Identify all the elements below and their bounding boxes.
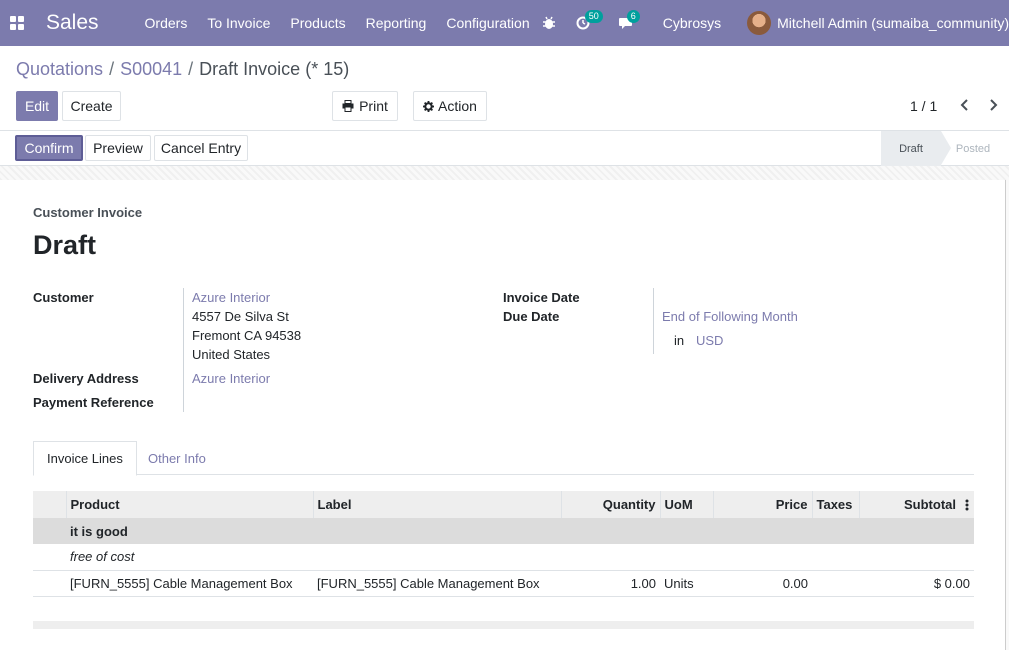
status-stage-posted[interactable]: Posted xyxy=(944,131,1002,166)
due-date-label: Due Date xyxy=(503,309,560,324)
optional-columns-icon[interactable] xyxy=(965,499,969,511)
section-text: it is good xyxy=(66,518,974,544)
customer-label: Customer xyxy=(33,290,94,305)
line-taxes xyxy=(812,569,859,597)
customer-link[interactable]: Azure Interior xyxy=(192,290,270,305)
customer-address-country: United States xyxy=(192,347,271,362)
section-row[interactable]: it is good xyxy=(33,518,974,544)
activity-count-badge: 50 xyxy=(584,10,603,23)
note-row[interactable]: free of cost xyxy=(33,544,974,570)
navbar-systray: 50 6 Cybrosys Mitchell Admin (sumaiba_co… xyxy=(542,0,1009,46)
column-subtotal-label: Subtotal xyxy=(904,497,956,512)
column-subtotal[interactable]: Subtotal xyxy=(858,491,974,518)
print-button[interactable]: Print xyxy=(332,91,398,121)
handle-column-header xyxy=(33,491,66,518)
top-navbar: Sales Orders To Invoice Products Reporti… xyxy=(0,0,1009,46)
column-taxes[interactable]: Taxes xyxy=(811,491,859,518)
pager-value[interactable]: 1 / 1 xyxy=(910,98,937,114)
gear-icon xyxy=(423,100,435,112)
document-type: Customer Invoice xyxy=(33,205,143,220)
menu-products[interactable]: Products xyxy=(290,15,345,31)
status-bar: Confirm Preview Cancel Entry Draft Poste… xyxy=(0,130,1009,166)
currency-link[interactable]: USD xyxy=(696,333,723,348)
print-label: Print xyxy=(359,98,388,114)
form-sheet: Customer Invoice Draft Customer Azure In… xyxy=(0,180,1006,650)
menu-configuration[interactable]: Configuration xyxy=(446,15,529,31)
column-quantity[interactable]: Quantity xyxy=(560,491,660,518)
main-menu: Orders To Invoice Products Reporting Con… xyxy=(145,15,550,31)
preview-button[interactable]: Preview xyxy=(85,135,151,161)
currency-prefix: in xyxy=(674,333,685,348)
field-divider-right xyxy=(653,288,654,354)
payment-reference-label: Payment Reference xyxy=(33,395,154,410)
print-icon xyxy=(342,100,354,112)
cancel-entry-button[interactable]: Cancel Entry xyxy=(154,135,248,161)
menu-reporting[interactable]: Reporting xyxy=(366,15,427,31)
pager-next-icon[interactable] xyxy=(988,98,998,114)
breadcrumb-current: Draft Invoice (* 15) xyxy=(199,59,350,79)
table-header-row: Product Label Quantity UoM Price Taxes S… xyxy=(33,491,974,518)
line-subtotal: $ 0.00 xyxy=(859,569,974,597)
line-product: [FURN_5555] Cable Management Box xyxy=(66,569,313,597)
breadcrumb-order[interactable]: S00041 xyxy=(120,59,182,79)
document-title: Draft xyxy=(33,230,97,260)
app-name[interactable]: Sales xyxy=(46,11,99,35)
column-price[interactable]: Price xyxy=(712,491,812,518)
table-row[interactable]: [FURN_5555] Cable Management Box [FURN_5… xyxy=(33,569,974,597)
activity-clock-icon[interactable]: 50 xyxy=(576,10,603,30)
breadcrumb-quotations[interactable]: Quotations xyxy=(16,59,103,79)
confirm-button[interactable]: Confirm xyxy=(15,135,83,161)
note-text: free of cost xyxy=(70,549,135,565)
line-price: 0.00 xyxy=(713,569,812,597)
messages-chat-icon[interactable]: 6 xyxy=(618,10,640,30)
status-stage-draft: Draft xyxy=(881,131,951,166)
column-product[interactable]: Product xyxy=(65,491,313,518)
line-label: [FURN_5555] Cable Management Box xyxy=(313,569,561,597)
message-count-badge: 6 xyxy=(626,10,640,23)
company-switcher[interactable]: Cybrosys xyxy=(663,15,721,31)
delivery-address-label: Delivery Address xyxy=(33,371,139,386)
user-avatar[interactable] xyxy=(747,11,772,35)
line-uom: Units xyxy=(660,569,713,597)
user-menu[interactable]: Mitchell Admin (sumaiba_community) xyxy=(777,15,1009,31)
pager-previous-icon[interactable] xyxy=(960,98,970,114)
breadcrumb: Quotations / S00041/Draft Invoice (* 15) xyxy=(16,59,350,79)
create-button[interactable]: Create xyxy=(62,91,121,121)
column-label[interactable]: Label xyxy=(312,491,561,518)
field-divider xyxy=(183,288,184,412)
tab-invoice-lines[interactable]: Invoice Lines xyxy=(33,441,137,476)
table-footer xyxy=(33,621,974,629)
action-label: Action xyxy=(438,98,477,114)
notebook-tabs: Invoice Lines Other Info xyxy=(33,441,974,476)
menu-orders[interactable]: Orders xyxy=(145,15,188,31)
tab-other-info[interactable]: Other Info xyxy=(135,441,219,475)
invoice-date-label: Invoice Date xyxy=(503,290,580,305)
action-button[interactable]: Action xyxy=(413,91,487,121)
payment-terms-link[interactable]: End of Following Month xyxy=(662,309,798,324)
delivery-address-link[interactable]: Azure Interior xyxy=(192,371,270,386)
debug-bug-icon[interactable] xyxy=(542,16,556,30)
line-quantity: 1.00 xyxy=(561,569,660,597)
apps-menu-icon[interactable] xyxy=(10,16,24,30)
column-uom[interactable]: UoM xyxy=(659,491,713,518)
form-background xyxy=(0,166,1009,180)
menu-to-invoice[interactable]: To Invoice xyxy=(207,15,270,31)
invoice-lines-table: Product Label Quantity UoM Price Taxes S… xyxy=(33,491,974,597)
customer-address-city: Fremont CA 94538 xyxy=(192,328,302,343)
edit-button[interactable]: Edit xyxy=(16,91,58,121)
control-panel: Quotations / S00041/Draft Invoice (* 15) E… xyxy=(0,46,1009,166)
customer-address-street: 4557 De Silva St xyxy=(192,309,289,324)
